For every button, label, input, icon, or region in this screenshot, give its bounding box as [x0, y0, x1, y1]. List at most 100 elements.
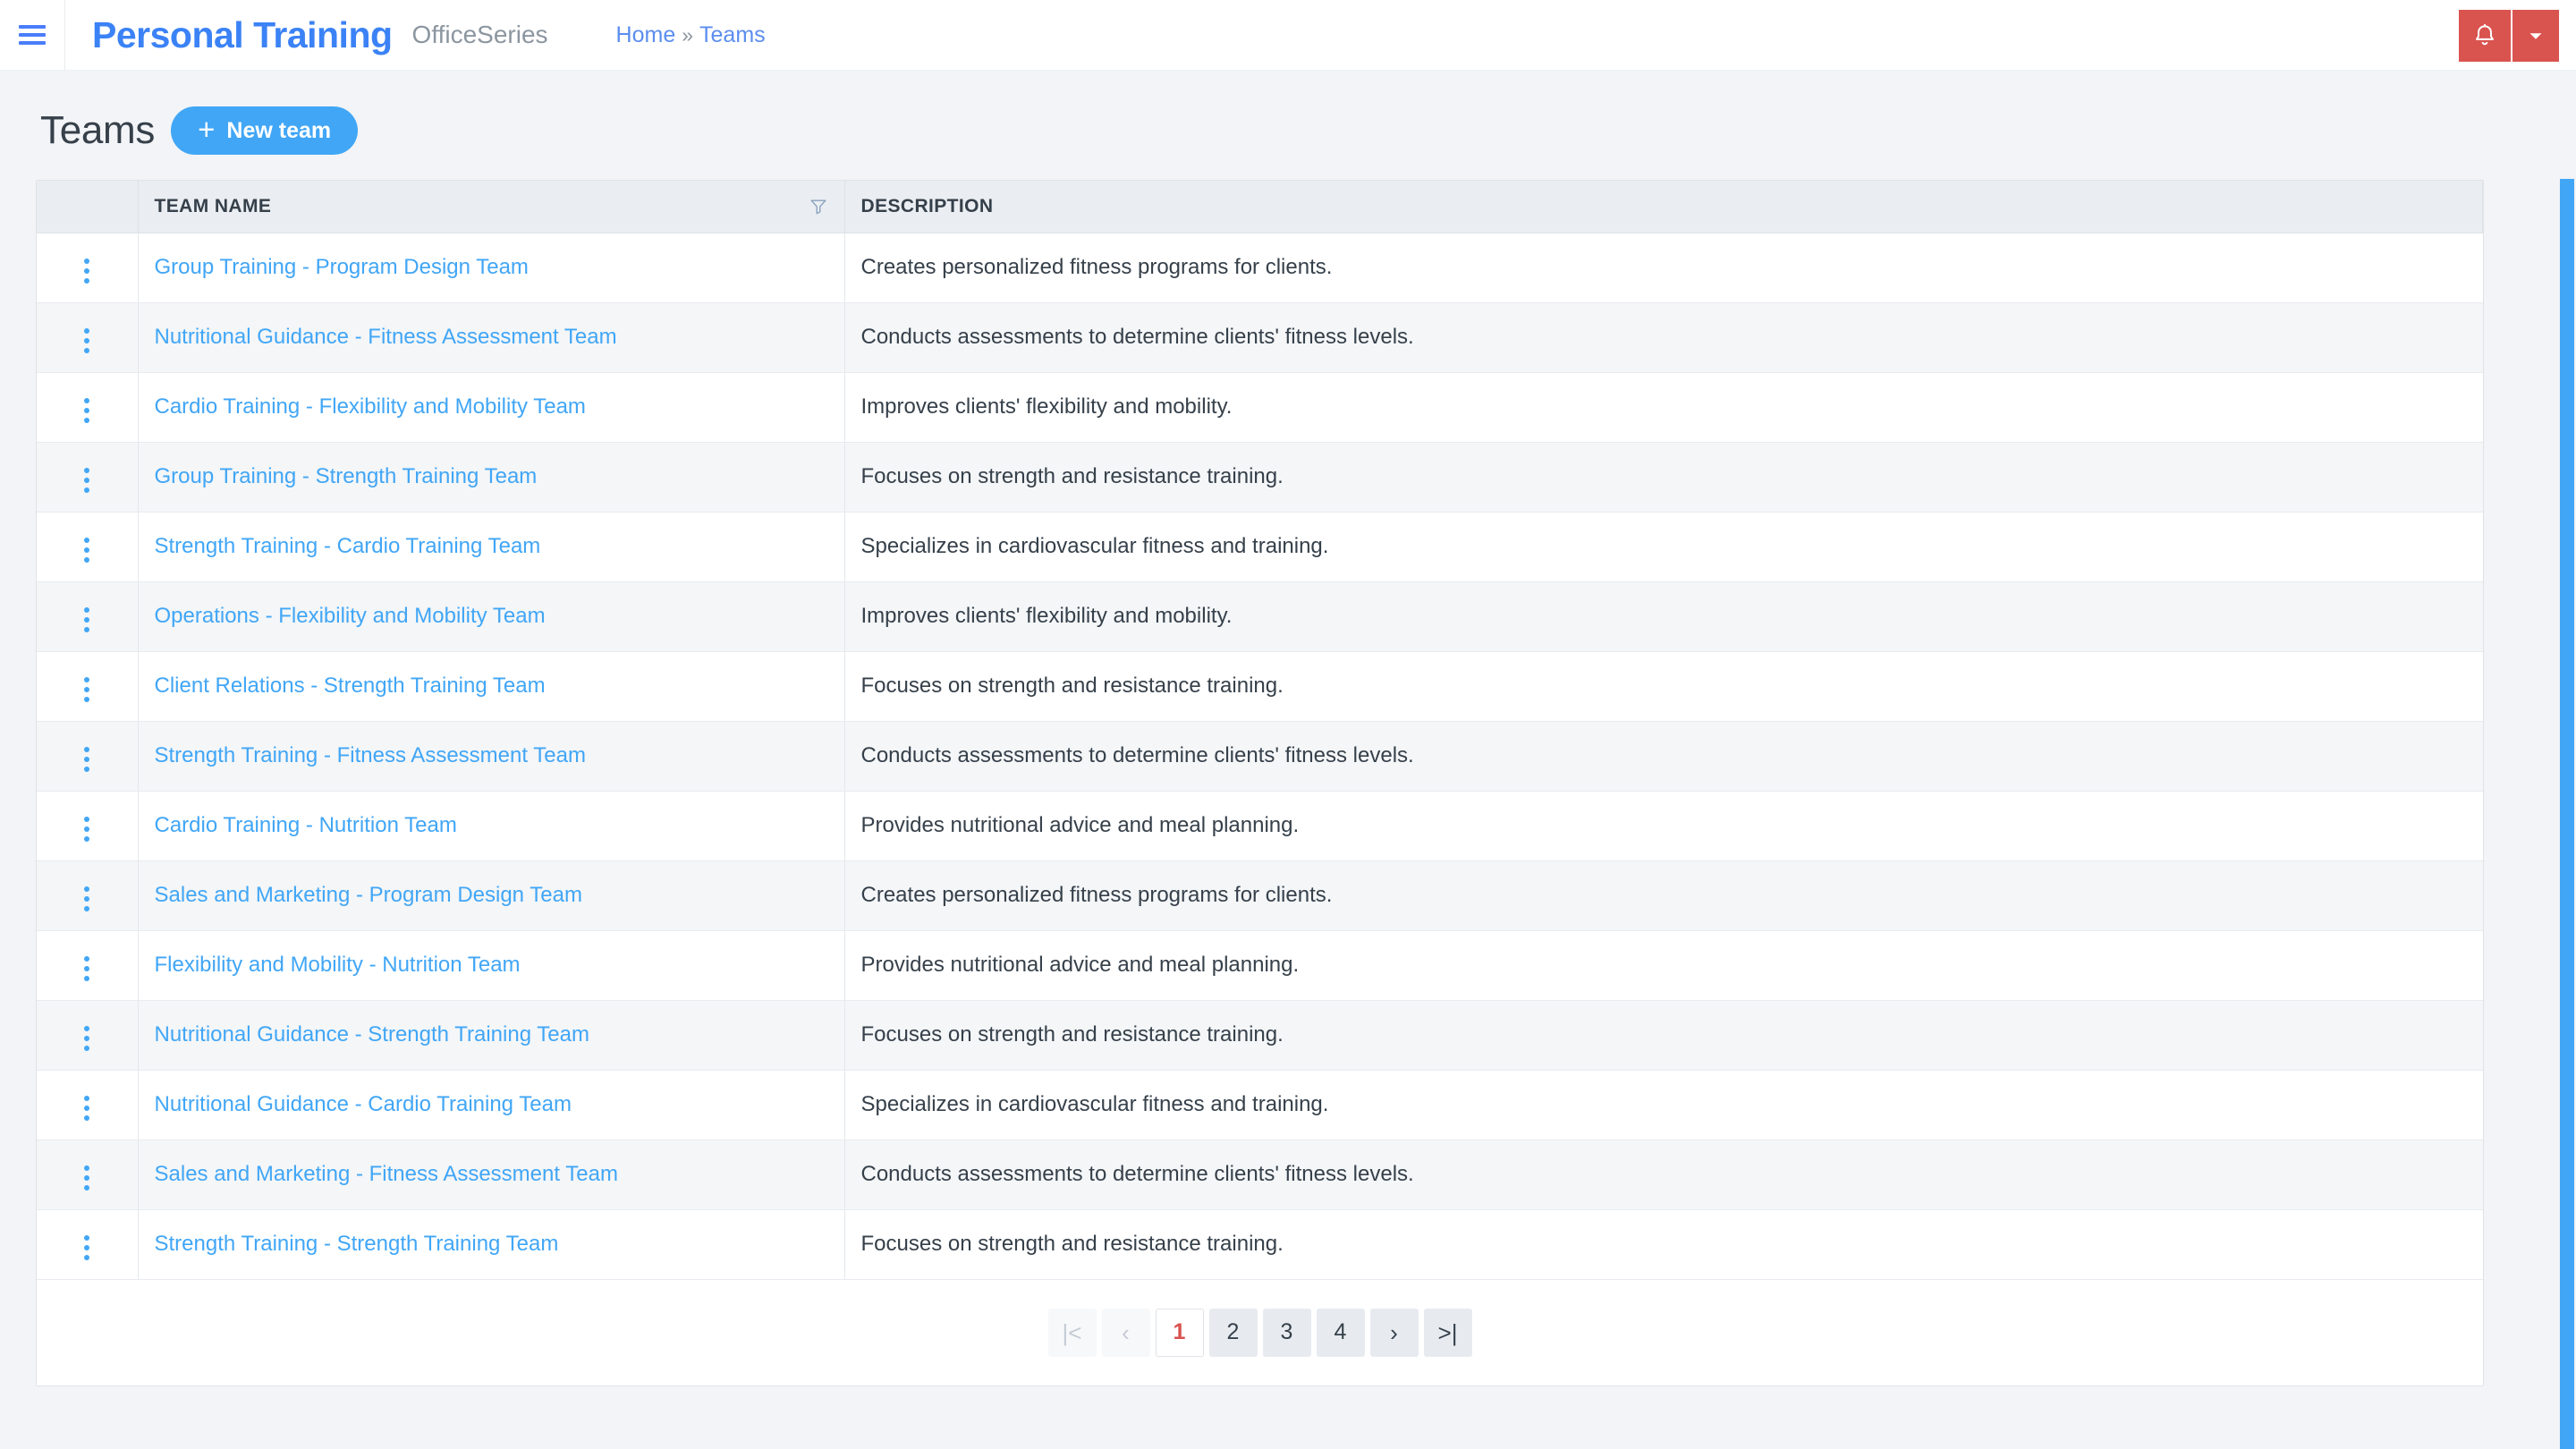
kebab-menu-icon[interactable] [72, 670, 102, 709]
row-actions-cell [37, 233, 139, 303]
team-name-link[interactable]: Nutritional Guidance - Cardio Training T… [155, 1092, 572, 1116]
team-name-link[interactable]: Operations - Flexibility and Mobility Te… [155, 604, 546, 628]
hamburger-icon [19, 25, 46, 45]
kebab-menu-icon[interactable] [72, 1158, 102, 1198]
team-name-link[interactable]: Sales and Marketing - Program Design Tea… [155, 883, 582, 907]
table-header: TEAM NAME DESCRIPTION [37, 181, 2483, 233]
team-name-link[interactable]: Flexibility and Mobility - Nutrition Tea… [155, 953, 521, 977]
pagination-page-button[interactable]: 2 [1208, 1308, 1258, 1357]
team-name-link[interactable]: Strength Training - Fitness Assessment T… [155, 743, 586, 767]
team-name-link[interactable]: Group Training - Program Design Team [155, 255, 529, 279]
team-description-cell: Creates personalized fitness programs fo… [844, 233, 2483, 303]
kebab-menu-icon[interactable] [72, 530, 102, 570]
pagination-page-button[interactable]: 3 [1262, 1308, 1311, 1357]
kebab-menu-icon[interactable] [72, 809, 102, 849]
table-row: Nutritional Guidance - Cardio Training T… [37, 1070, 2483, 1140]
menu-toggle-button[interactable] [0, 0, 65, 70]
table-row: Strength Training - Strength Training Te… [37, 1209, 2483, 1280]
team-name-link[interactable]: Nutritional Guidance - Strength Training… [155, 1022, 589, 1046]
team-name-link[interactable]: Client Relations - Strength Training Tea… [155, 674, 546, 698]
team-name-link[interactable]: Cardio Training - Nutrition Team [155, 813, 457, 837]
team-description-cell: Conducts assessments to determine client… [844, 302, 2483, 373]
team-description-cell: Provides nutritional advice and meal pla… [844, 930, 2483, 1001]
pagination-page-button[interactable]: 1 [1155, 1308, 1204, 1357]
table-row: Cardio Training - Nutrition Team Provides… [37, 791, 2483, 861]
team-name-cell: Operations - Flexibility and Mobility Te… [138, 581, 845, 652]
pagination-first-button[interactable]: |< [1047, 1308, 1097, 1357]
team-description-cell: Focuses on strength and resistance train… [844, 651, 2483, 722]
team-description-cell: Focuses on strength and resistance train… [844, 442, 2483, 513]
column-header-team-name-label: TEAM NAME [154, 195, 272, 216]
app-title: Personal Training [92, 13, 393, 55]
kebab-menu-icon[interactable] [72, 600, 102, 640]
row-actions-cell [37, 372, 139, 443]
team-name-cell: Flexibility and Mobility - Nutrition Tea… [138, 930, 845, 1001]
team-name-link[interactable]: Sales and Marketing - Fitness Assessment… [155, 1162, 618, 1186]
filter-icon[interactable] [809, 197, 828, 216]
pagination-next-button[interactable]: › [1369, 1308, 1419, 1357]
kebab-menu-icon[interactable] [72, 879, 102, 919]
page-scrollbar-thumb[interactable] [2560, 179, 2574, 1449]
team-name-link[interactable]: Cardio Training - Flexibility and Mobili… [155, 394, 586, 419]
table-row: Nutritional Guidance - Fitness Assessmen… [37, 302, 2483, 373]
row-actions-cell [37, 442, 139, 513]
teams-table-card: TEAM NAME DESCRIPTION Group Training - P… [36, 180, 2484, 1386]
pagination-page-list: 1234 [1155, 1308, 1365, 1357]
breadcrumb-home-link[interactable]: Home [616, 22, 676, 48]
kebab-menu-icon[interactable] [72, 949, 102, 988]
table-row: Cardio Training - Flexibility and Mobili… [37, 372, 2483, 443]
kebab-menu-icon[interactable] [72, 391, 102, 430]
table-row: Sales and Marketing - Fitness Assessment… [37, 1140, 2483, 1210]
column-header-actions [37, 181, 139, 233]
column-header-description: DESCRIPTION [844, 181, 2483, 233]
row-actions-cell [37, 1140, 139, 1210]
pagination-last-button[interactable]: >| [1423, 1308, 1472, 1357]
topbar-actions [2459, 0, 2576, 71]
row-actions-cell [37, 1070, 139, 1140]
app-subtitle: OfficeSeries [411, 21, 548, 48]
team-description-cell: Focuses on strength and resistance train… [844, 1209, 2483, 1280]
team-name-link[interactable]: Strength Training - Strength Training Te… [155, 1232, 559, 1256]
plus-icon: + [198, 113, 216, 146]
new-team-button[interactable]: + New team [171, 106, 359, 155]
breadcrumb-separator: » [682, 22, 694, 47]
team-name-cell: Nutritional Guidance - Cardio Training T… [138, 1070, 845, 1140]
team-description-cell: Focuses on strength and resistance train… [844, 1000, 2483, 1071]
row-actions-cell [37, 302, 139, 373]
team-name-cell: Cardio Training - Nutrition Team [138, 791, 845, 861]
page-header: Teams + New team [36, 71, 2540, 180]
table-row: Group Training - Strength Training Team F… [37, 442, 2483, 513]
teams-table: TEAM NAME DESCRIPTION Group Training - P… [37, 181, 2483, 1280]
column-header-team-name: TEAM NAME [138, 181, 845, 233]
kebab-menu-icon[interactable] [72, 461, 102, 500]
team-name-cell: Sales and Marketing - Program Design Tea… [138, 860, 845, 931]
table-body: Group Training - Program Design Team Crea… [37, 233, 2483, 1280]
pagination-bar: |< ‹ 1234 › >| [37, 1279, 2483, 1385]
team-name-link[interactable]: Group Training - Strength Training Team [155, 464, 538, 488]
team-name-cell: Nutritional Guidance - Fitness Assessmen… [138, 302, 845, 373]
row-actions-cell [37, 1000, 139, 1071]
page-container: Teams + New team TEAM NAME DESCRIPTION G… [0, 71, 2576, 1449]
breadcrumb-current-link[interactable]: Teams [699, 22, 766, 48]
table-row: Sales and Marketing - Program Design Tea… [37, 860, 2483, 931]
kebab-menu-icon[interactable] [72, 740, 102, 779]
kebab-menu-icon[interactable] [72, 321, 102, 360]
kebab-menu-icon[interactable] [72, 1089, 102, 1128]
pagination-prev-button[interactable]: ‹ [1101, 1308, 1150, 1357]
team-name-link[interactable]: Nutritional Guidance - Fitness Assessmen… [155, 325, 617, 349]
team-name-cell: Strength Training - Cardio Training Team [138, 512, 845, 582]
row-actions-cell [37, 512, 139, 582]
pagination-last-label: >| [1437, 1318, 1458, 1346]
page-scrollbar-track[interactable] [2553, 142, 2576, 1449]
team-name-link[interactable]: Strength Training - Cardio Training Team [155, 534, 541, 558]
team-name-cell: Group Training - Strength Training Team [138, 442, 845, 513]
kebab-menu-icon[interactable] [72, 1228, 102, 1267]
pagination-page-button[interactable]: 4 [1316, 1308, 1365, 1357]
notifications-button[interactable] [2459, 9, 2512, 62]
table-row: Flexibility and Mobility - Nutrition Tea… [37, 930, 2483, 1001]
user-menu-dropdown-button[interactable] [2512, 9, 2559, 62]
kebab-menu-icon[interactable] [72, 251, 102, 291]
team-name-cell: Sales and Marketing - Fitness Assessment… [138, 1140, 845, 1210]
row-actions-cell [37, 1209, 139, 1280]
kebab-menu-icon[interactable] [72, 1019, 102, 1058]
